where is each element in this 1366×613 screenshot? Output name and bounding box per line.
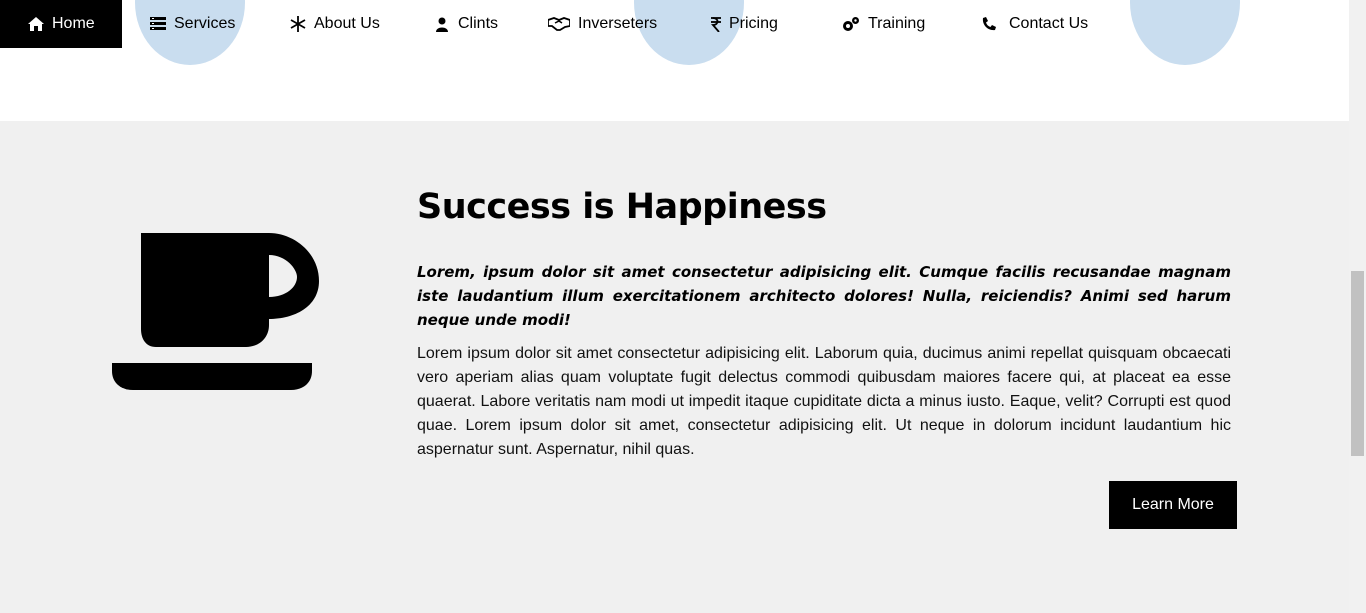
- feature-content: Success is Happiness Lorem, ipsum dolor …: [417, 186, 1231, 462]
- nav-label: About Us: [314, 15, 380, 32]
- nav-item-training[interactable]: Training: [807, 0, 944, 48]
- user-icon: [434, 16, 450, 32]
- section-title: Success is Happiness: [417, 187, 827, 227]
- gears-icon: [842, 16, 860, 32]
- decorative-circle: [1130, 0, 1240, 65]
- nav-label: Clints: [458, 15, 499, 32]
- body-paragraph: Lorem ipsum dolor sit amet consectetur a…: [417, 345, 1231, 458]
- rupee-icon: [711, 16, 721, 32]
- main-navbar: Home Services About Us Clints Inverseter…: [0, 0, 1094, 48]
- nav-item-inverseters[interactable]: Inverseters: [522, 0, 685, 48]
- scrollbar-thumb[interactable]: [1351, 271, 1364, 456]
- coffee-cup-icon: [111, 233, 321, 393]
- home-icon: [28, 16, 44, 32]
- nav-item-home[interactable]: Home: [0, 0, 122, 48]
- nav-item-contact-us[interactable]: Contact Us: [944, 0, 1094, 48]
- nav-item-about-us[interactable]: About Us: [260, 0, 406, 48]
- nav-item-services[interactable]: Services: [122, 0, 260, 48]
- nav-label: Home: [52, 15, 95, 32]
- nav-label: Training: [868, 15, 926, 32]
- snowflake-icon: [290, 16, 306, 32]
- nav-label: Contact Us: [1009, 15, 1089, 32]
- nav-item-pricing[interactable]: Pricing: [685, 0, 807, 48]
- list-icon: [150, 16, 166, 32]
- nav-label: Pricing: [729, 15, 778, 32]
- nav-label: Services: [174, 15, 236, 32]
- handshake-icon: [548, 16, 570, 32]
- lead-paragraph: Lorem, ipsum dolor sit amet consectetur …: [417, 263, 1231, 329]
- nav-label: Inverseters: [578, 15, 658, 32]
- nav-item-clints[interactable]: Clints: [406, 0, 522, 48]
- phone-icon: [981, 16, 997, 32]
- learn-more-button[interactable]: Learn More: [1109, 481, 1237, 529]
